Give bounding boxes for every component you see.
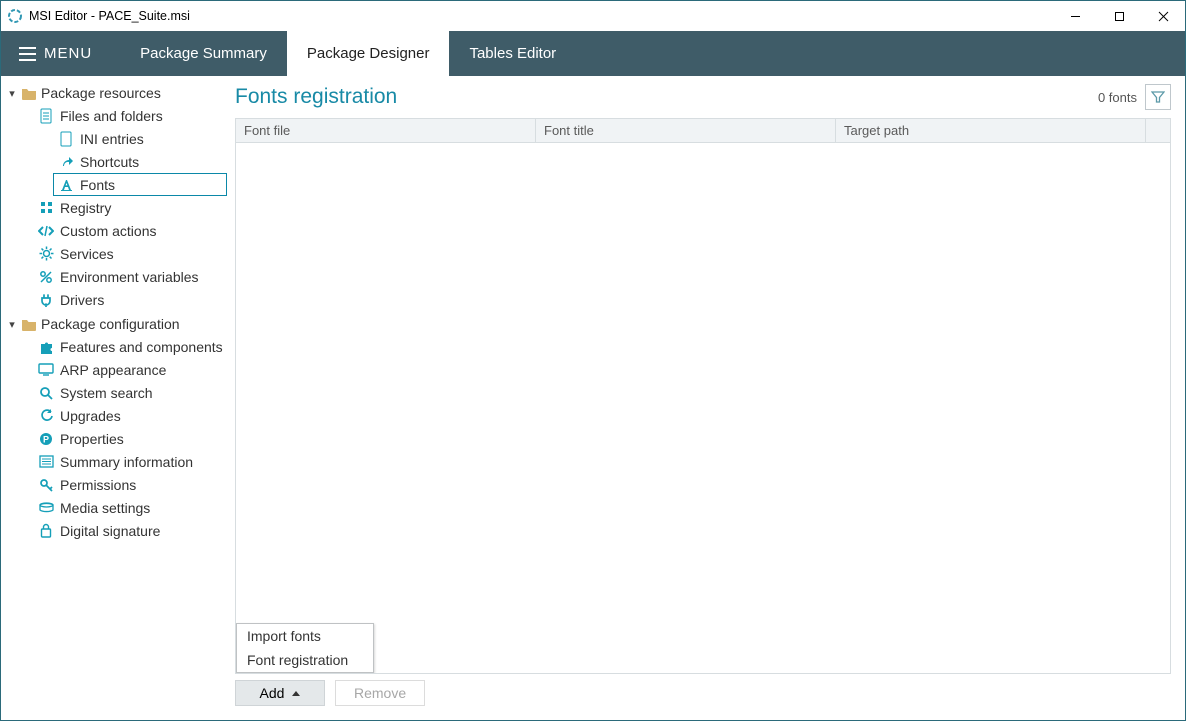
registry-icon [38, 200, 54, 216]
sidebar-item-label: Registry [60, 200, 111, 216]
sidebar-item-arp-appearance[interactable]: ARP appearance [33, 358, 227, 381]
sidebar-item-label: Properties [60, 431, 124, 447]
search-icon [38, 385, 54, 401]
refresh-icon [38, 408, 54, 424]
sidebar: ▾ Package resources Files and folders INI e… [1, 76, 233, 720]
sidebar-section-label: Package configuration [41, 316, 180, 332]
sidebar-item-label: Upgrades [60, 408, 121, 424]
sidebar-section-package-configuration[interactable]: ▾ Package configuration [7, 313, 227, 335]
popup-font-registration[interactable]: Font registration [237, 648, 373, 672]
add-button[interactable]: Add [235, 680, 325, 706]
sidebar-item-label: Shortcuts [80, 154, 139, 170]
sidebar-item-features-and-components[interactable]: Features and components [33, 335, 227, 358]
tab-tables-editor[interactable]: Tables Editor [449, 31, 576, 76]
fonts-count: 0 fonts [1098, 90, 1137, 105]
media-icon [38, 500, 54, 516]
minimize-button[interactable] [1053, 1, 1097, 31]
svg-text:P: P [43, 434, 49, 444]
sidebar-item-label: Media settings [60, 500, 150, 516]
add-button-label: Add [260, 685, 285, 701]
sidebar-item-label: Custom actions [60, 223, 156, 239]
window-controls [1053, 1, 1185, 31]
table-header: Font file Font title Target path [236, 119, 1170, 143]
sidebar-item-label: Fonts [80, 177, 115, 193]
chevron-down-icon: ▾ [7, 318, 17, 331]
sidebar-item-fonts[interactable]: Fonts [53, 173, 227, 196]
key-icon [38, 477, 54, 493]
sidebar-item-properties[interactable]: P Properties [33, 427, 227, 450]
col-gutter [1146, 119, 1170, 142]
main-tabs: Package Summary Package Designer Tables … [120, 31, 576, 76]
sidebar-item-label: INI entries [80, 131, 144, 147]
window-title: MSI Editor - PACE_Suite.msi [29, 9, 190, 23]
sidebar-item-registry[interactable]: Registry [33, 196, 227, 219]
col-font-title[interactable]: Font title [536, 119, 836, 142]
close-button[interactable] [1141, 1, 1185, 31]
table-body: Import fonts Font registration [236, 143, 1170, 673]
add-popup: Import fonts Font registration [236, 623, 374, 673]
sidebar-item-upgrades[interactable]: Upgrades [33, 404, 227, 427]
gear-icon [38, 246, 54, 262]
lock-icon [38, 523, 54, 539]
font-icon [58, 177, 74, 193]
col-target-path[interactable]: Target path [836, 119, 1146, 142]
sidebar-item-label: System search [60, 385, 153, 401]
maximize-button[interactable] [1097, 1, 1141, 31]
monitor-icon [38, 362, 54, 378]
sidebar-item-permissions[interactable]: Permissions [33, 473, 227, 496]
sidebar-item-label: Environment variables [60, 269, 199, 285]
menu-label: MENU [44, 45, 92, 62]
fonts-table: Font file Font title Target path Import … [235, 118, 1171, 674]
sidebar-item-shortcuts[interactable]: Shortcuts [53, 150, 227, 173]
page-title: Fonts registration [235, 85, 397, 109]
sidebar-item-files-and-folders[interactable]: Files and folders [33, 104, 227, 127]
sidebar-item-ini-entries[interactable]: INI entries [53, 127, 227, 150]
code-icon [38, 223, 54, 239]
remove-button[interactable]: Remove [335, 680, 425, 706]
sidebar-item-label: Files and folders [60, 108, 163, 124]
menu-button[interactable]: MENU [1, 31, 110, 76]
sidebar-item-digital-signature[interactable]: Digital signature [33, 519, 227, 542]
plug-icon [38, 292, 54, 308]
sidebar-item-label: Digital signature [60, 523, 160, 539]
sidebar-item-label: Permissions [60, 477, 136, 493]
sidebar-item-environment-variables[interactable]: Environment variables [33, 265, 227, 288]
shortcut-icon [58, 154, 74, 170]
main-toolbar: MENU Package Summary Package Designer Ta… [1, 31, 1185, 76]
sidebar-item-label: Services [60, 246, 114, 262]
sidebar-item-media-settings[interactable]: Media settings [33, 496, 227, 519]
app-icon [7, 8, 23, 24]
sidebar-item-label: ARP appearance [60, 362, 166, 378]
sidebar-item-drivers[interactable]: Drivers [33, 288, 227, 311]
sidebar-item-label: Drivers [60, 292, 104, 308]
tab-package-summary[interactable]: Package Summary [120, 31, 287, 76]
list-icon [38, 454, 54, 470]
p-icon: P [38, 431, 54, 447]
percent-icon [38, 269, 54, 285]
triangle-up-icon [292, 691, 300, 696]
doc-icon [38, 108, 54, 124]
sidebar-item-services[interactable]: Services [33, 242, 227, 265]
sidebar-item-label: Summary information [60, 454, 193, 470]
popup-import-fonts[interactable]: Import fonts [237, 624, 373, 648]
tab-package-designer[interactable]: Package Designer [287, 31, 450, 76]
sidebar-section-label: Package resources [41, 85, 161, 101]
filter-button[interactable] [1145, 84, 1171, 110]
sidebar-section-package-resources[interactable]: ▾ Package resources [7, 82, 227, 104]
main-content: Fonts registration 0 fonts Font file Fon… [233, 76, 1185, 720]
titlebar: MSI Editor - PACE_Suite.msi [1, 1, 1185, 31]
sidebar-item-summary-information[interactable]: Summary information [33, 450, 227, 473]
ini-icon [58, 131, 74, 147]
sidebar-item-system-search[interactable]: System search [33, 381, 227, 404]
hamburger-icon [19, 47, 36, 61]
sidebar-item-label: Features and components [60, 339, 223, 355]
table-footer: Add Remove [235, 674, 1171, 706]
chevron-down-icon: ▾ [7, 87, 17, 100]
col-font-file[interactable]: Font file [236, 119, 536, 142]
puzzle-icon [38, 339, 54, 355]
filter-icon [1151, 90, 1165, 104]
sidebar-item-custom-actions[interactable]: Custom actions [33, 219, 227, 242]
